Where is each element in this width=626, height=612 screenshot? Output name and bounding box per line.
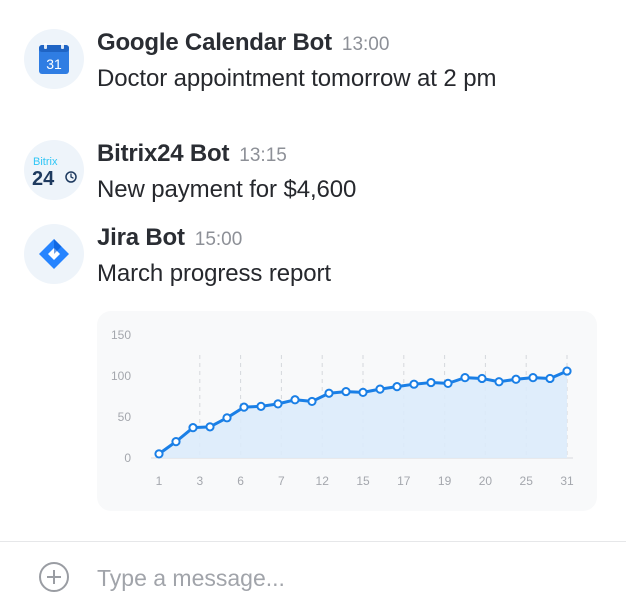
message-jira: Jira Bot 15:00 March progress report — [24, 224, 604, 288]
y-tick-label: 150 — [111, 328, 131, 342]
data-point — [375, 384, 385, 394]
message-header: Jira Bot 15:00 — [97, 224, 242, 256]
data-point — [341, 386, 351, 397]
data-point — [222, 413, 232, 423]
calendar-day-number: 31 — [46, 56, 62, 72]
data-point — [256, 401, 266, 411]
data-point — [307, 396, 317, 407]
x-tick-label: 1 — [156, 474, 163, 488]
message-text: Doctor appointment tomorrow at 2 pm — [97, 65, 497, 92]
data-point — [324, 388, 334, 398]
jira-avatar[interactable] — [24, 224, 84, 284]
plus-circle-icon[interactable] — [39, 562, 69, 592]
message-time: 15:00 — [194, 229, 243, 250]
x-tick-label: 3 — [196, 474, 203, 488]
google-calendar-icon: 31 — [39, 43, 69, 74]
data-point — [392, 382, 402, 392]
x-tick-label: 31 — [560, 474, 574, 488]
message-google-calendar: 31 Google Calendar Bot 13:00 Doctor appo… — [24, 29, 604, 93]
message-text: New payment for $4,600 — [97, 176, 357, 203]
x-tick-label: 7 — [278, 474, 285, 488]
data-point — [545, 373, 555, 384]
bitrix24-avatar[interactable]: Bitrix 24 — [24, 140, 84, 200]
data-point — [528, 373, 538, 383]
sender-name[interactable]: Jira Bot — [97, 224, 185, 252]
sender-name[interactable]: Google Calendar Bot — [97, 29, 332, 57]
x-tick-label: 25 — [520, 474, 534, 488]
message-time: 13:15 — [239, 145, 287, 166]
x-tick-label: 15 — [356, 474, 370, 488]
data-point — [171, 437, 181, 447]
data-point — [205, 422, 215, 432]
progress-chart: 0 50 100 150 1 3 6 7 12 15 17 19 20 25 31 — [111, 328, 574, 488]
bitrix-brand-text: Bitrix — [33, 156, 58, 168]
data-point — [188, 423, 198, 433]
data-point — [290, 395, 300, 405]
bitrix24-logo: Bitrix 24 — [32, 156, 77, 190]
message-input[interactable] — [97, 560, 597, 596]
data-point — [426, 377, 436, 388]
bitrix-number-text: 24 — [32, 168, 55, 190]
data-point — [562, 366, 572, 376]
data-point — [409, 379, 419, 389]
message-text: March progress report — [97, 260, 331, 287]
message-bitrix24: Bitrix 24 Bitrix24 Bot 13:15 New payment… — [24, 140, 604, 204]
progress-chart-card[interactable]: 0 50 100 150 1 3 6 7 12 15 17 19 20 25 31 — [97, 311, 597, 511]
data-point — [460, 373, 470, 383]
message-header: Bitrix24 Bot 13:15 — [97, 140, 287, 172]
data-point — [273, 399, 283, 409]
data-point — [477, 373, 487, 384]
sender-name[interactable]: Bitrix24 Bot — [97, 140, 229, 168]
data-point — [358, 387, 368, 398]
data-point — [511, 374, 521, 384]
y-tick-label: 50 — [118, 410, 132, 424]
x-tick-label: 20 — [479, 474, 493, 488]
google-calendar-avatar[interactable]: 31 — [24, 29, 84, 89]
y-tick-label: 0 — [124, 451, 131, 465]
data-point — [443, 378, 453, 388]
composer-divider — [0, 541, 626, 542]
x-tick-label: 19 — [438, 474, 452, 488]
series-area — [159, 371, 567, 458]
message-time: 13:00 — [341, 34, 390, 55]
x-tick-label: 12 — [316, 474, 330, 488]
message-header: Google Calendar Bot 13:00 — [97, 29, 389, 61]
data-point — [239, 402, 249, 412]
jira-logo — [39, 239, 69, 269]
y-tick-label: 100 — [111, 369, 131, 383]
x-tick-label: 6 — [237, 474, 244, 488]
data-point — [154, 449, 164, 459]
x-tick-label: 17 — [397, 474, 411, 488]
data-point — [494, 377, 504, 387]
